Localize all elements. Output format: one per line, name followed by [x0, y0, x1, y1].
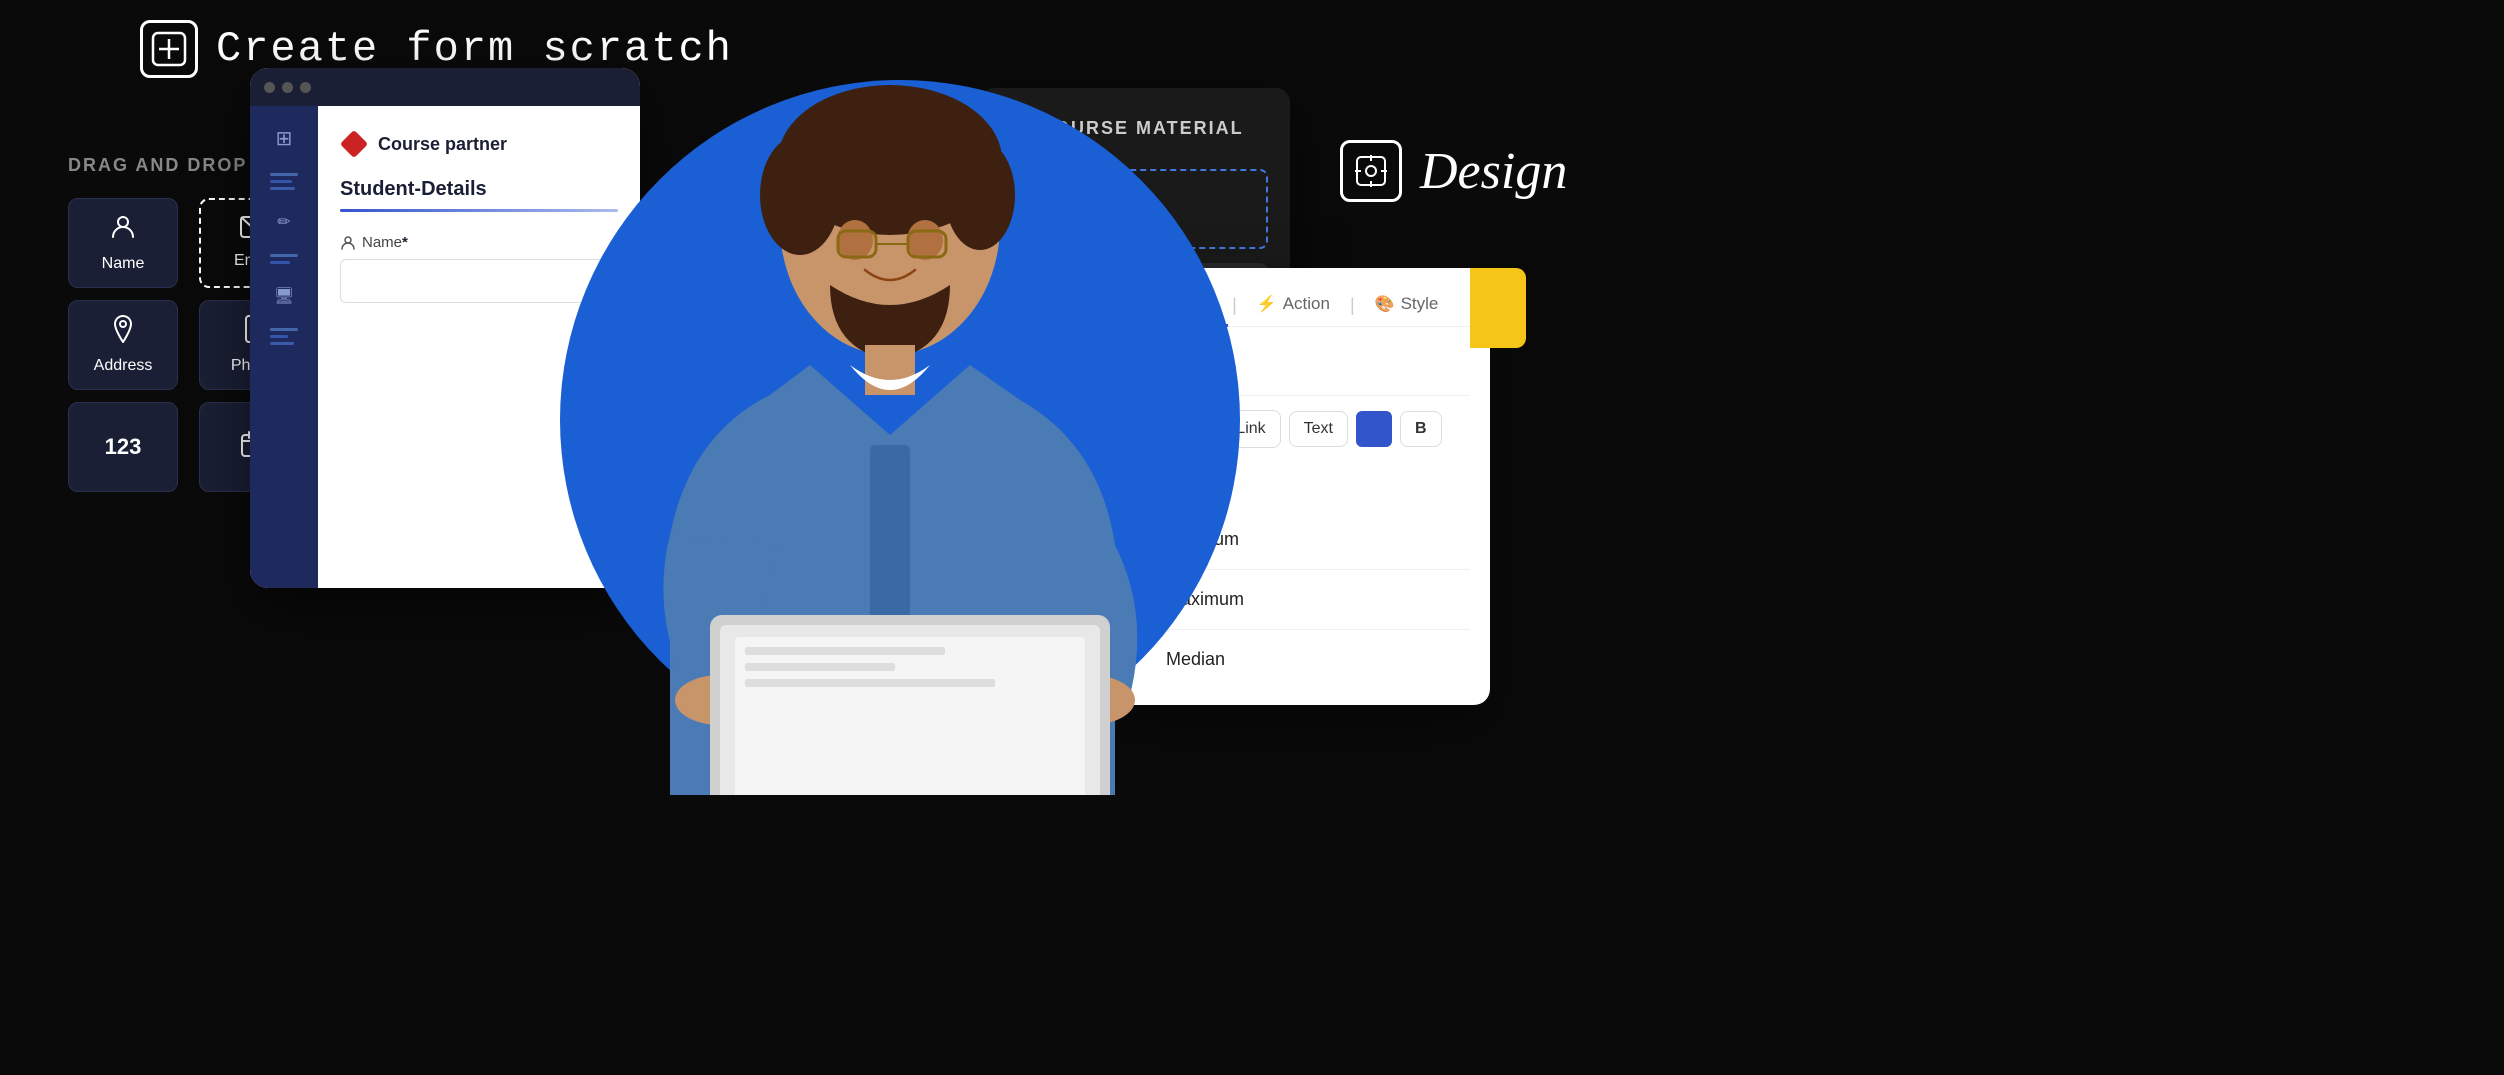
dnd-number-label: 123 — [105, 434, 142, 460]
dnd-item-number[interactable]: 123 — [68, 402, 178, 492]
person-svg — [490, 55, 1290, 795]
design-label-area: Design — [1340, 140, 1567, 202]
sidebar-monitor-icon: 🖥 — [274, 286, 294, 306]
text-display-label: Text — [1304, 420, 1333, 438]
dnd-item-address[interactable]: Address — [68, 300, 178, 390]
color-swatch-btn[interactable] — [1356, 411, 1392, 447]
plus-icon — [151, 31, 187, 67]
dnd-address-label: Address — [94, 357, 153, 375]
design-target-icon — [1353, 153, 1389, 189]
address-icon — [112, 315, 134, 349]
sidebar-lines-3 — [270, 328, 298, 345]
tab-style[interactable]: 🎨 Style — [1359, 284, 1455, 327]
sidebar-grid-icon: ⊞ — [276, 126, 293, 151]
form-logo — [340, 130, 368, 158]
design-icon-box — [1340, 140, 1402, 202]
sidebar-edit-icon: ✏ — [277, 212, 290, 232]
titlebar-dot-1 — [264, 82, 275, 93]
brand-name: Course partner — [378, 134, 507, 155]
dnd-name-label: Name — [102, 255, 145, 273]
sidebar-lines-2 — [270, 254, 298, 264]
sidebar-lines-1 — [270, 173, 298, 190]
style-tab-icon: 🎨 — [1375, 294, 1395, 314]
design-label-text: Design — [1420, 142, 1567, 201]
dnd-item-name[interactable]: Name — [68, 198, 178, 288]
form-sidebar: ⊞ ✏ 🖥 — [250, 106, 318, 588]
create-icon-box — [140, 20, 198, 78]
tab-divider-2: | — [1350, 295, 1355, 316]
style-tab-label: Style — [1401, 294, 1439, 314]
bold-button[interactable]: B — [1400, 411, 1442, 447]
person-figure-area — [490, 55, 1290, 795]
titlebar-dot-2 — [282, 82, 293, 93]
yellow-tab[interactable] — [1470, 268, 1526, 348]
person-icon — [109, 213, 137, 247]
bold-label: B — [1415, 420, 1427, 438]
text-label-btn: Text — [1289, 411, 1348, 447]
titlebar-dot-3 — [300, 82, 311, 93]
field-person-icon — [340, 235, 356, 251]
